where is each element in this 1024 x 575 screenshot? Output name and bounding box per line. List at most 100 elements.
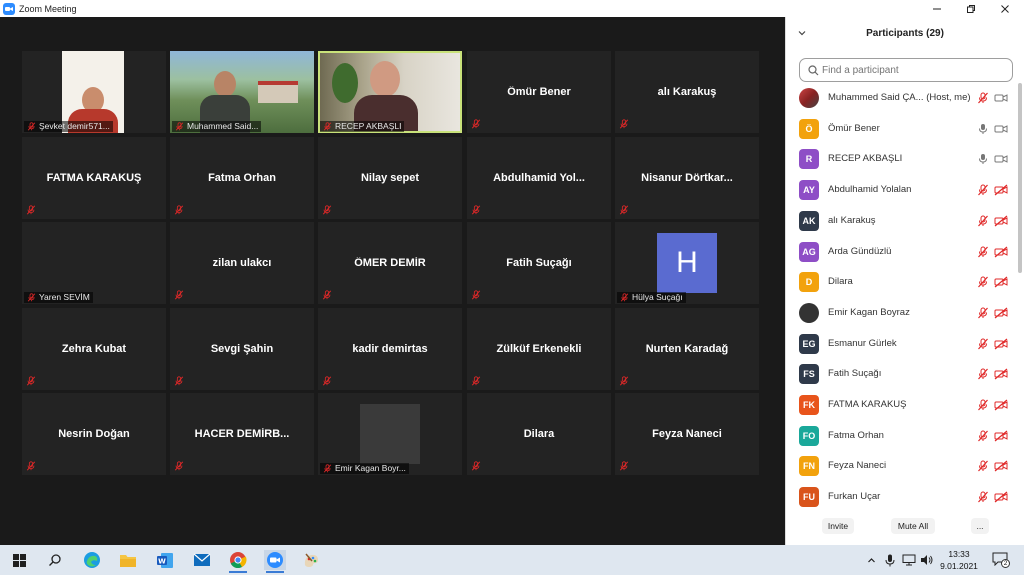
video-tile[interactable]: alı Karakuş <box>615 51 759 133</box>
participant-row[interactable]: AG Arda Gündüzlü <box>786 237 1018 267</box>
participant-row[interactable]: Muhammed Said ÇA... (Host, me) <box>786 83 1018 113</box>
video-tile[interactable]: Dilara <box>467 393 611 475</box>
video-tile[interactable]: FATMA KARAKUŞ <box>22 137 166 219</box>
video-tile[interactable]: Nilay sepet <box>318 137 462 219</box>
video-tile[interactable]: Feyza Naneci <box>615 393 759 475</box>
participant-row[interactable]: D Dilara <box>786 267 1018 297</box>
mail-icon <box>193 553 211 566</box>
video-tile[interactable]: Emir Kagan Boyr... <box>318 393 462 475</box>
video-tile[interactable]: Nisanur Dörtkar... <box>615 137 759 219</box>
video-tile[interactable]: Abdulhamid Yol... <box>467 137 611 219</box>
participant-row[interactable]: FS Fatih Suçağı <box>786 359 1018 389</box>
video-tile[interactable]: zilan ulakcı <box>170 222 314 304</box>
participant-avatar: Ö <box>799 118 819 139</box>
participant-list-scrollbar[interactable] <box>1018 83 1022 273</box>
participant-row[interactable]: Emir Kagan Boyraz <box>786 298 1018 328</box>
muted-microphone-icon <box>619 205 629 215</box>
participants-footer: Invite Mute All ... <box>786 514 1024 545</box>
taskbar-file-explorer[interactable] <box>117 550 139 570</box>
video-tile[interactable]: ÖMER DEMİR <box>318 222 462 304</box>
video-tile[interactable]: Şevket demir571... <box>22 51 166 133</box>
tile-participant-name: Fatma Orhan <box>208 172 276 184</box>
video-off-icon <box>994 338 1008 350</box>
invite-button[interactable]: Invite <box>822 518 854 534</box>
close-button[interactable] <box>988 0 1022 17</box>
microphone-icon <box>885 554 895 566</box>
window-title: Zoom Meeting <box>19 3 77 14</box>
video-tile[interactable]: RECEP AKBAŞLI <box>318 51 462 133</box>
video-tile[interactable]: Nesrin Doğan <box>22 393 166 475</box>
participant-avatar: AY <box>799 180 819 201</box>
video-tile[interactable]: Zehra Kubat <box>22 308 166 390</box>
participant-avatar: FN <box>799 456 819 477</box>
participant-row[interactable]: EG Esmanur Gürlek <box>786 329 1018 359</box>
video-tile[interactable]: Zülküf Erkenekli <box>467 308 611 390</box>
search-input[interactable] <box>822 61 1008 79</box>
muted-microphone-icon <box>619 376 629 386</box>
tile-participant-name: Nesrin Doğan <box>58 428 130 440</box>
taskbar-chrome[interactable] <box>227 550 249 573</box>
tile-name-label-text: Muhammed Said... <box>187 121 259 131</box>
video-tile[interactable]: Ömür Bener <box>467 51 611 133</box>
video-off-icon <box>994 307 1008 319</box>
video-off-icon <box>994 368 1008 380</box>
participant-row[interactable]: AY Abdulhamid Yolalan <box>786 175 1018 205</box>
tile-name-label-text: Şevket demir571... <box>39 121 110 131</box>
participant-row[interactable]: R RECEP AKBAŞLI <box>786 144 1018 174</box>
more-options-button[interactable]: ... <box>971 518 989 534</box>
taskbar-word[interactable]: W <box>154 550 176 570</box>
chevron-up-icon <box>867 557 875 562</box>
participant-row[interactable]: FU Furkan Uçar <box>786 482 1018 511</box>
taskbar-search-button[interactable] <box>44 550 66 570</box>
muted-microphone-icon <box>174 376 184 386</box>
video-tile[interactable]: Nurten Karadağ <box>615 308 759 390</box>
participants-title: Participants (29) <box>866 28 944 39</box>
video-tile[interactable]: Fatih Suçağı <box>467 222 611 304</box>
muted-microphone-icon <box>978 184 988 196</box>
muted-microphone-icon <box>27 122 36 131</box>
video-tile[interactable]: Fatma Orhan <box>170 137 314 219</box>
taskbar-clock[interactable]: 13:33 9.01.2021 <box>933 548 985 572</box>
restore-icon <box>967 4 975 13</box>
tray-show-hidden-icons[interactable] <box>864 553 878 567</box>
tile-participant-name: Fatih Suçağı <box>506 257 572 269</box>
video-tile[interactable]: Sevgi Şahin <box>170 308 314 390</box>
participant-name: Esmanur Gürlek <box>828 337 897 349</box>
muted-microphone-icon <box>322 205 332 215</box>
search-icon <box>808 65 819 76</box>
network-icon <box>902 554 916 566</box>
start-button[interactable] <box>8 550 30 570</box>
taskbar-edge[interactable] <box>81 550 103 570</box>
participant-row[interactable]: FN Feyza Naneci <box>786 451 1018 481</box>
video-tile[interactable]: HACER DEMİRB... <box>170 393 314 475</box>
tile-participant-name: Abdulhamid Yol... <box>493 172 585 184</box>
participant-row[interactable]: Ö Ömür Bener <box>786 114 1018 144</box>
participant-name: Emir Kagan Boyraz <box>828 306 910 318</box>
participant-row[interactable]: AK alı Karakuş <box>786 206 1018 236</box>
muted-microphone-icon <box>978 491 988 503</box>
maximize-button[interactable] <box>954 0 988 17</box>
participant-search[interactable] <box>799 58 1013 82</box>
taskbar-paint[interactable] <box>300 550 322 570</box>
video-tile[interactable]: H Hülya Suçağı <box>615 222 759 304</box>
taskbar-zoom[interactable] <box>264 550 286 573</box>
muted-microphone-icon <box>978 92 988 104</box>
video-tile[interactable]: Muhammed Said... <box>170 51 314 133</box>
participant-row[interactable]: FO Fatma Orhan <box>786 421 1018 451</box>
video-tile[interactable]: kadir demirtas <box>318 308 462 390</box>
muted-microphone-icon <box>978 338 988 349</box>
tray-microphone[interactable] <box>883 553 897 567</box>
tile-name-label: RECEP AKBAŞLI <box>320 121 405 132</box>
mute-all-button[interactable]: Mute All <box>891 518 935 534</box>
muted-microphone-icon <box>323 122 332 131</box>
participant-row[interactable]: FK FATMA KARAKUŞ <box>786 390 1018 420</box>
participant-avatar: R <box>799 149 819 170</box>
tray-network[interactable] <box>902 553 916 567</box>
muted-microphone-icon <box>619 461 629 471</box>
minimize-button[interactable] <box>920 0 954 17</box>
action-center-button[interactable]: 2 <box>992 552 1010 568</box>
tray-volume[interactable] <box>919 553 933 567</box>
video-tile[interactable]: Yaren SEVİM <box>22 222 166 304</box>
taskbar-mail[interactable] <box>191 550 213 570</box>
volume-icon <box>920 555 932 565</box>
